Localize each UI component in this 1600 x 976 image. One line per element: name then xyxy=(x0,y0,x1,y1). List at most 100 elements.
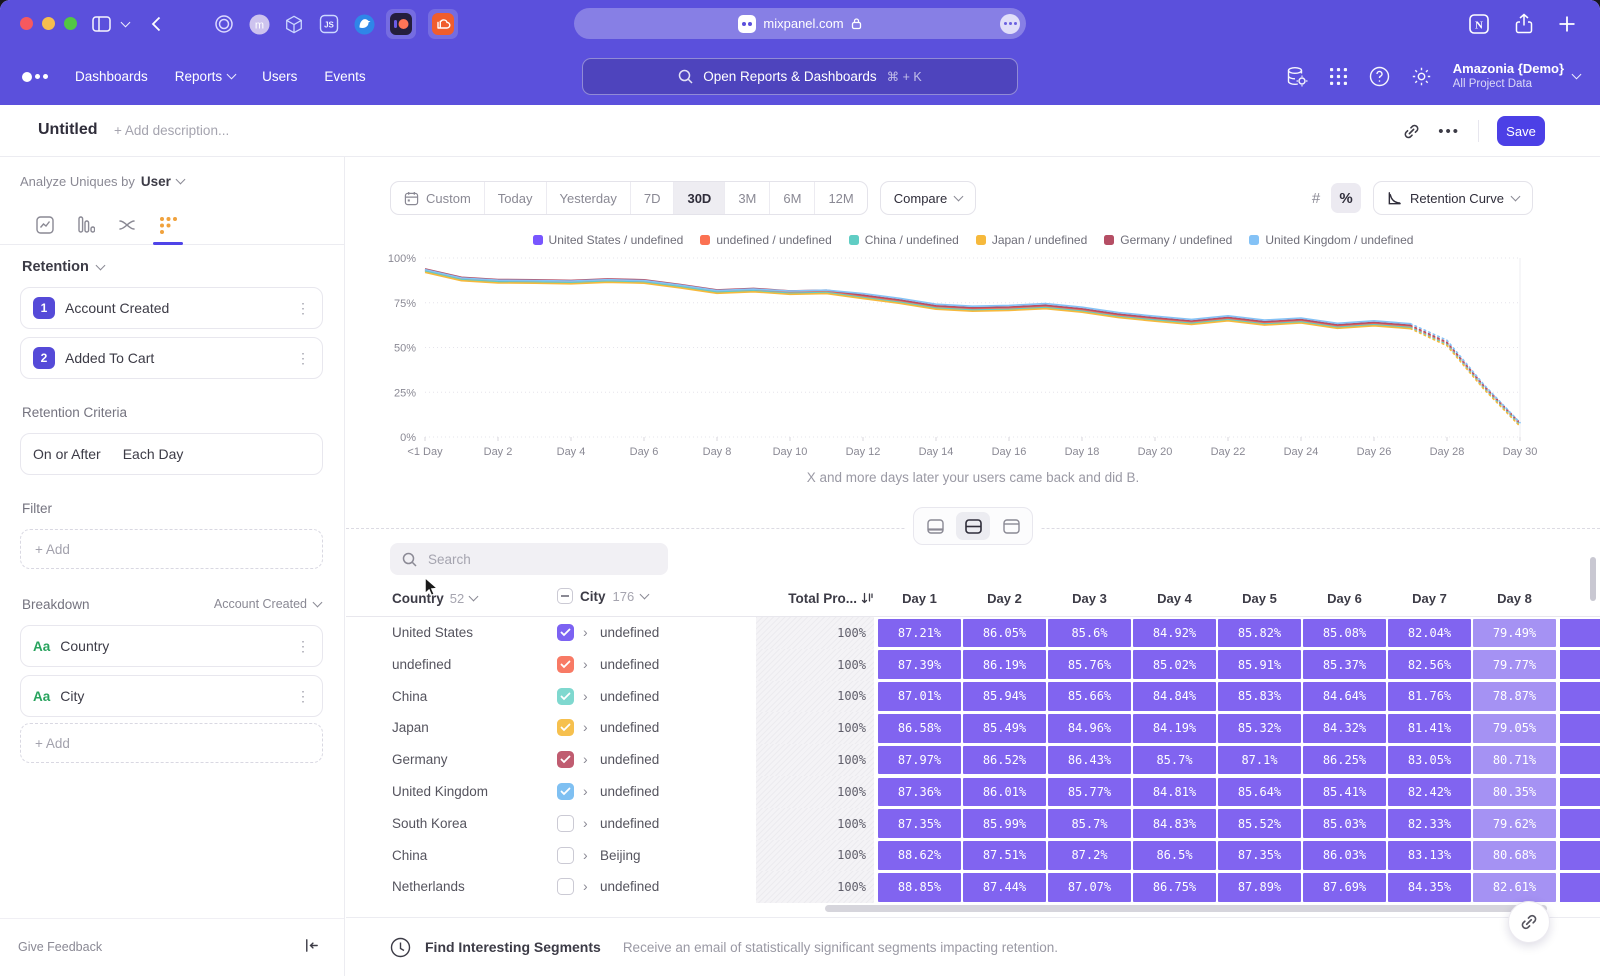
country-column-header[interactable]: Country 52 xyxy=(392,591,477,606)
project-switcher[interactable]: Amazonia {Demo} All Project Data xyxy=(1453,61,1580,92)
select-all-checkbox[interactable] xyxy=(557,588,573,604)
legend-item[interactable]: United Kingdom / undefined xyxy=(1249,233,1413,247)
back-icon[interactable] xyxy=(143,11,169,37)
range-today[interactable]: Today xyxy=(484,182,546,214)
global-search[interactable]: Open Reports & Dashboards ⌘ + K xyxy=(582,58,1018,95)
add-breakdown-button[interactable]: + Add xyxy=(20,723,323,763)
breakdown-city[interactable]: Aa City ⋮ xyxy=(20,675,323,717)
row-checkbox[interactable] xyxy=(557,878,574,895)
view-split-icon[interactable] xyxy=(956,512,990,540)
kebab-menu-icon[interactable]: ⋮ xyxy=(296,350,310,367)
url-bar[interactable]: mixpanel.com xyxy=(574,8,1026,39)
add-filter-button[interactable]: + Add xyxy=(20,529,323,569)
count-toggle[interactable]: # xyxy=(1301,183,1331,213)
data-management-icon[interactable] xyxy=(1285,65,1308,88)
share-icon[interactable] xyxy=(1514,13,1534,35)
row-checkbox[interactable] xyxy=(557,815,574,832)
chevron-down-icon[interactable] xyxy=(117,11,133,37)
nav-users[interactable]: Users xyxy=(262,69,297,84)
range-yesterday[interactable]: Yesterday xyxy=(546,182,630,214)
share-link-fab[interactable] xyxy=(1508,901,1550,943)
avatar-m-icon[interactable]: m xyxy=(246,11,272,37)
segments-title[interactable]: Find Interesting Segments xyxy=(425,939,601,955)
day-column-header[interactable]: Day 5 xyxy=(1218,591,1301,606)
day-column-header[interactable]: Day 4 xyxy=(1133,591,1216,606)
legend-item[interactable]: China / undefined xyxy=(849,233,959,247)
retention-criteria-control[interactable]: On or After Each Day xyxy=(20,433,323,475)
legend-item[interactable]: undefined / undefined xyxy=(700,233,831,247)
total-column-header[interactable]: Total Pro... xyxy=(746,591,874,606)
step-added-to-cart[interactable]: 2 Added To Cart ⋮ xyxy=(20,337,323,379)
row-checkbox-checked[interactable] xyxy=(557,624,574,641)
table-search[interactable] xyxy=(390,543,668,575)
kebab-menu-icon[interactable]: ⋮ xyxy=(296,638,310,655)
row-checkbox-checked[interactable] xyxy=(557,751,574,768)
range-6m[interactable]: 6M xyxy=(769,182,814,214)
analyze-uniques-control[interactable]: Analyze Uniques by User xyxy=(20,174,184,189)
help-icon[interactable] xyxy=(1369,66,1390,87)
give-feedback-link[interactable]: Give Feedback xyxy=(18,940,102,954)
day-column-header[interactable]: Day 1 xyxy=(878,591,961,606)
soundcloud-icon[interactable] xyxy=(428,9,458,39)
range-custom[interactable]: Custom xyxy=(391,182,484,214)
nav-dashboards[interactable]: Dashboards xyxy=(75,69,148,84)
retention-chart[interactable]: 0%25%50%75%100%<1 DayDay 2Day 4Day 6Day … xyxy=(346,251,1600,463)
criteria-on-or-after[interactable]: On or After xyxy=(33,446,101,462)
new-tab-icon[interactable] xyxy=(1558,15,1576,33)
retention-section-header[interactable]: Retention xyxy=(22,259,104,275)
minimize-window-icon[interactable] xyxy=(42,17,55,30)
day-column-header[interactable]: Day 3 xyxy=(1048,591,1131,606)
analyze-value[interactable]: User xyxy=(141,174,171,189)
legend-item[interactable]: Germany / undefined xyxy=(1104,233,1232,247)
expand-row-icon[interactable]: › xyxy=(583,712,588,742)
target-icon[interactable] xyxy=(211,11,237,37)
expand-row-icon[interactable]: › xyxy=(583,681,588,711)
report-title[interactable]: Untitled xyxy=(38,121,98,139)
expand-row-icon[interactable]: › xyxy=(583,840,588,870)
legend-item[interactable]: United States / undefined xyxy=(533,233,684,247)
window-controls[interactable] xyxy=(20,17,77,30)
close-window-icon[interactable] xyxy=(20,17,33,30)
expand-row-icon[interactable]: › xyxy=(583,871,588,901)
add-description[interactable]: + Add description... xyxy=(114,123,229,138)
row-checkbox-checked[interactable] xyxy=(557,688,574,705)
table-search-input[interactable] xyxy=(426,551,626,568)
range-3m[interactable]: 3M xyxy=(724,182,769,214)
mixpanel-logo-icon[interactable] xyxy=(22,72,48,82)
nav-events[interactable]: Events xyxy=(324,69,365,84)
tab-funnels-icon[interactable] xyxy=(74,213,98,237)
step-account-created[interactable]: 1 Account Created ⋮ xyxy=(20,287,323,329)
horizontal-scrollbar[interactable] xyxy=(825,905,1547,912)
kebab-menu-icon[interactable]: ⋮ xyxy=(296,300,310,317)
apps-grid-icon[interactable] xyxy=(1329,67,1348,86)
breakdown-country[interactable]: Aa Country ⋮ xyxy=(20,625,323,667)
expand-row-icon[interactable]: › xyxy=(583,649,588,679)
tab-retention-icon[interactable] xyxy=(156,213,180,237)
url-options-icon[interactable] xyxy=(1000,14,1020,34)
nav-reports[interactable]: Reports xyxy=(175,69,235,84)
cube-icon[interactable] xyxy=(281,11,307,37)
mixpanel-app-icon[interactable] xyxy=(386,9,416,39)
js-icon[interactable]: JS xyxy=(316,11,342,37)
row-checkbox-checked[interactable] xyxy=(557,719,574,736)
tab-insights-icon[interactable] xyxy=(33,213,57,237)
view-table-icon[interactable] xyxy=(994,512,1028,540)
row-checkbox-checked[interactable] xyxy=(557,656,574,673)
row-checkbox-checked[interactable] xyxy=(557,783,574,800)
range-12m[interactable]: 12M xyxy=(814,182,866,214)
save-button[interactable]: Save xyxy=(1497,116,1545,146)
day-column-header[interactable]: Day 6 xyxy=(1303,591,1386,606)
expand-row-icon[interactable]: › xyxy=(583,617,588,647)
row-checkbox[interactable] xyxy=(557,847,574,864)
bird-icon[interactable] xyxy=(351,11,377,37)
range-7d[interactable]: 7D xyxy=(630,182,674,214)
kebab-menu-icon[interactable]: ⋮ xyxy=(296,688,310,705)
percent-toggle[interactable]: % xyxy=(1331,183,1361,213)
sidebar-toggle-icon[interactable] xyxy=(88,11,114,37)
day-column-header[interactable]: Day 2 xyxy=(963,591,1046,606)
notion-icon[interactable]: N xyxy=(1468,13,1490,35)
chart-type-dropdown[interactable]: Retention Curve xyxy=(1373,181,1533,215)
breakdown-scope-dropdown[interactable]: Account Created xyxy=(214,597,321,611)
more-options-icon[interactable]: ••• xyxy=(1438,123,1460,140)
collapse-sidebar-icon[interactable] xyxy=(303,937,320,954)
